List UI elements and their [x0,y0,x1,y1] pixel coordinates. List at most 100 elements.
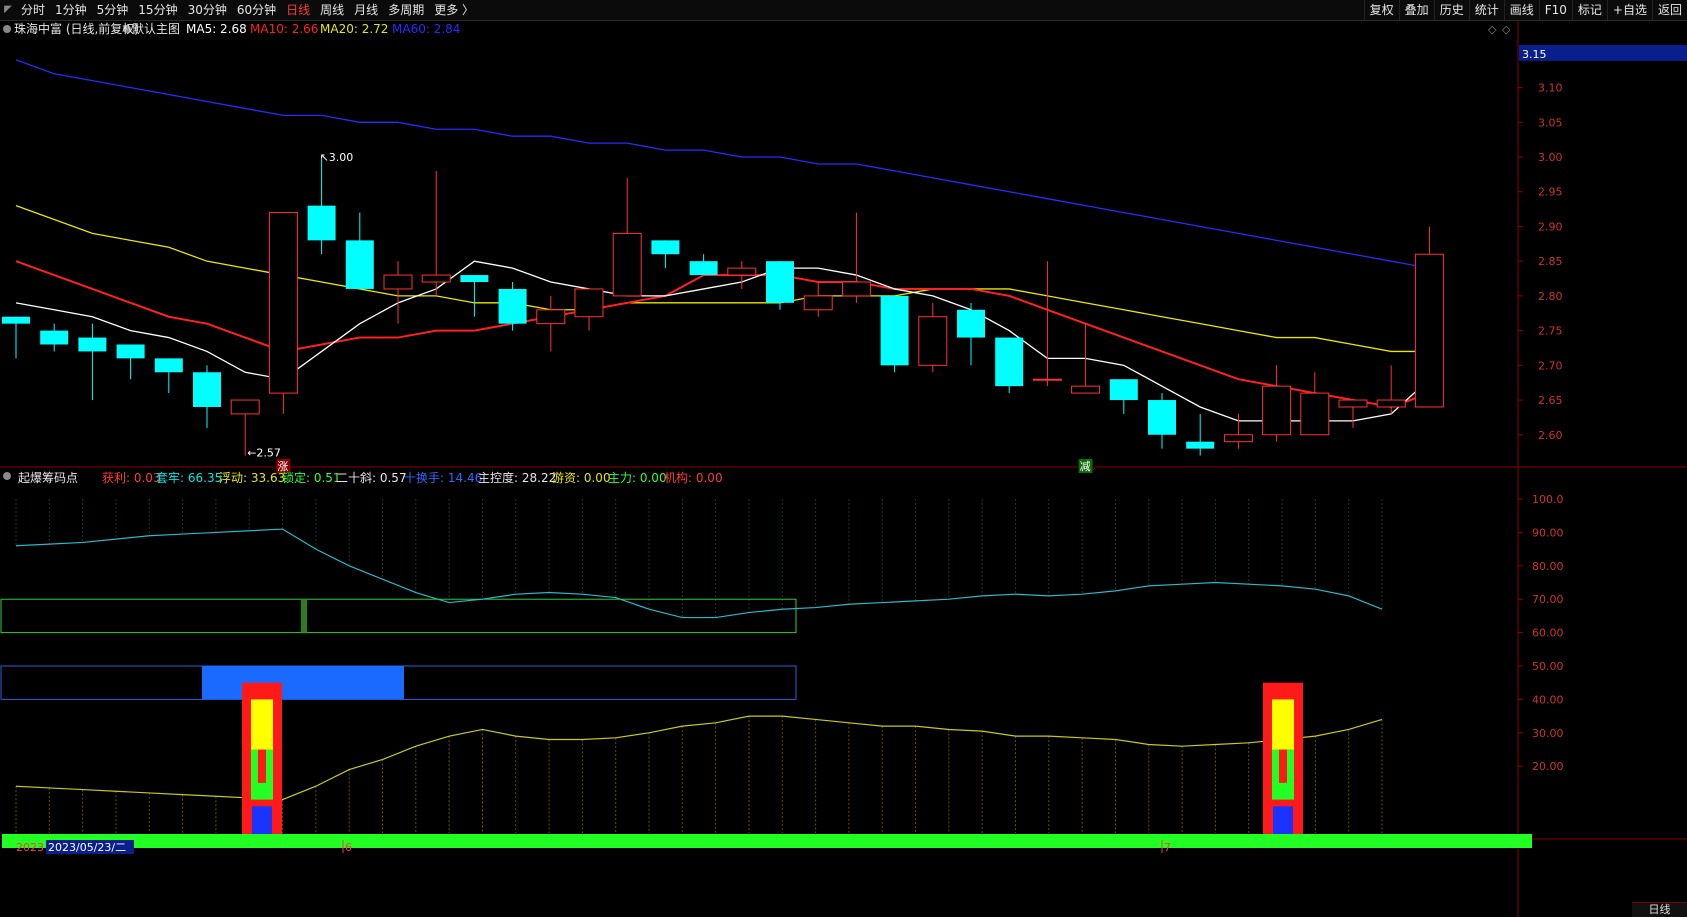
mark-down: 减 [1080,460,1091,473]
indicator-twenty_slope: 二十斜: 0.57 [336,471,407,485]
period-tab-4[interactable]: 30分钟 [183,0,232,20]
toolbar-button-1[interactable]: 叠加 [1398,0,1434,20]
candle-body-up [1300,392,1330,436]
candle-body-down [2,316,30,324]
indicator-profit: 获利: 0.03 [102,471,161,485]
candle-body-down [957,309,985,338]
date-year: 2023 [16,841,44,854]
price-tick-label: 2.60 [1538,429,1563,442]
date-cursor: 2023/05/23/二 [48,841,126,854]
price-tick-label: 2.65 [1538,394,1563,407]
candle-body-up [268,212,298,394]
period-tab-8[interactable]: 月线 [349,0,383,20]
candle-body-up [727,267,757,276]
low-annotation: ←2.57 [247,447,281,460]
period-toolbar: ◤ 分时 1分钟 5分钟 15分钟 30分钟 60分钟 日线 周线 月线 多周期 更多 〉 复权 叠加… [0,0,1687,21]
indicator-tick-label: 20.00 [1532,760,1564,773]
candle-body-up [918,316,948,366]
price-tick-label: 2.85 [1538,255,1563,268]
candle-body-down [460,275,489,283]
indicator-tick-label: 50.00 [1532,660,1564,673]
ma60-line [15,59,1430,269]
period-tab-6[interactable]: 日线 [281,0,315,20]
toolbar-button-3[interactable]: 统计 [1468,0,1504,20]
period-tabs: ◤ 分时 1分钟 5分钟 15分钟 30分钟 60分钟 日线 周线 月线 多周期 更多 〉 [0,0,479,20]
price-tick-label: 3.00 [1538,151,1563,164]
candle-body-down [154,358,183,373]
toolbar-actions: 复权 叠加 历史 统计 画线 F10 标记 +自选 返回 [1363,0,1687,20]
settings-icon: ◇ [1502,23,1511,36]
candle-body-up [383,274,413,290]
candle-body-up [574,288,604,318]
candle-body-up [1223,434,1253,443]
month-label-6: 6 [345,841,352,854]
floating-line [15,715,1383,801]
toolbar-button-5[interactable]: F10 [1538,0,1572,20]
candle-body-down [307,205,336,241]
indicator-locked: 锁定: 0.51 [282,470,341,485]
candle-body-up [803,295,833,311]
toolbar-button-6[interactable]: 标记 [1571,0,1607,20]
main-header-stock: 珠海中富 (日线,前复权) [14,21,139,36]
diamond-icon: ◇ [1488,23,1497,36]
indicator-floating: 浮动: 33.63 [219,471,285,485]
main-header-theme: 默认主图 [132,21,180,36]
burst-marker-2-yellow [1272,699,1294,750]
candle-body-down [689,261,718,276]
toolbar-button-7[interactable]: +自选 [1606,0,1652,20]
price-tick-label: 2.90 [1538,220,1563,233]
candle-body-down [498,288,527,324]
candle-body-down [766,261,794,303]
indicator-main_force: 主力: 0.00 [608,471,667,485]
period-indicator[interactable]: 日线 [1632,902,1687,917]
burst-marker-2-inner [1279,749,1287,783]
period-tab-1[interactable]: 1分钟 [50,0,92,20]
period-tab-3[interactable]: 15分钟 [133,0,182,20]
period-tab-5[interactable]: 60分钟 [232,0,281,20]
candle-body-up [1414,253,1444,408]
price-tick-label: 3.10 [1538,82,1563,95]
high-annotation: ↖3.00 [320,151,354,164]
toolbar-button-0[interactable]: 复权 [1363,0,1399,20]
candle-body-up [1071,385,1101,394]
price-tick-label: 3.05 [1538,116,1563,129]
toolbar-button-8[interactable]: 返回 [1651,0,1687,20]
period-tab-0[interactable]: 分时 [16,0,50,20]
indicator-expand-icon [3,472,11,480]
period-tab-9[interactable]: 多周期 [383,0,429,20]
candle-body-down [345,240,374,289]
indicator-tick-label: 80.00 [1532,560,1564,573]
price-tick-label: 2.75 [1538,325,1563,338]
period-tab-2[interactable]: 5分钟 [92,0,134,20]
chip-marker-blue [202,666,404,700]
price-tick-label: 2.95 [1538,186,1563,199]
period-tab-7[interactable]: 周线 [315,0,349,20]
stock-chart: 珠海中富 (日线,前复权)默认主图 MA5: 2.68 MA10: 2.66 MA20… [0,21,1687,917]
period-tab-10[interactable]: 更多 〉 [429,0,479,20]
toolbar-button-2[interactable]: 历史 [1433,0,1469,20]
trapped-line [15,528,1383,619]
menu-icon[interactable]: ◤ [0,0,16,20]
main-header-ma5: MA5: 2.68 [186,22,247,36]
main-header-ma20: MA20: 2.72 [320,22,388,36]
candle-body-down [880,295,909,366]
indicator-tick-label: 70.00 [1532,593,1564,606]
indicator-institution: 机构: 0.00 [664,470,723,485]
candle-body-up [1032,378,1062,381]
indicator-retail: 游资: 0.00 [552,471,611,485]
price-tick-label: 2.70 [1538,359,1563,372]
toolbar-button-4[interactable]: 画线 [1503,0,1539,20]
candle-body-down [1186,441,1215,449]
month-label-7: 7 [1164,841,1171,854]
indicator-trapped: 套牢: 66.35 [156,470,222,485]
candle-body-up [421,274,451,283]
candle-body-up [230,399,260,415]
expand-icon [3,25,11,33]
indicator-tick-label: 100.0 [1532,493,1564,506]
candle-body-down [651,240,680,255]
candle-body-up [1262,385,1292,436]
candle-body-down [995,337,1024,387]
candle-body-down [78,337,107,352]
indicator-name: 起爆筹码点 [18,471,78,485]
signal-bar-green [2,834,1532,848]
